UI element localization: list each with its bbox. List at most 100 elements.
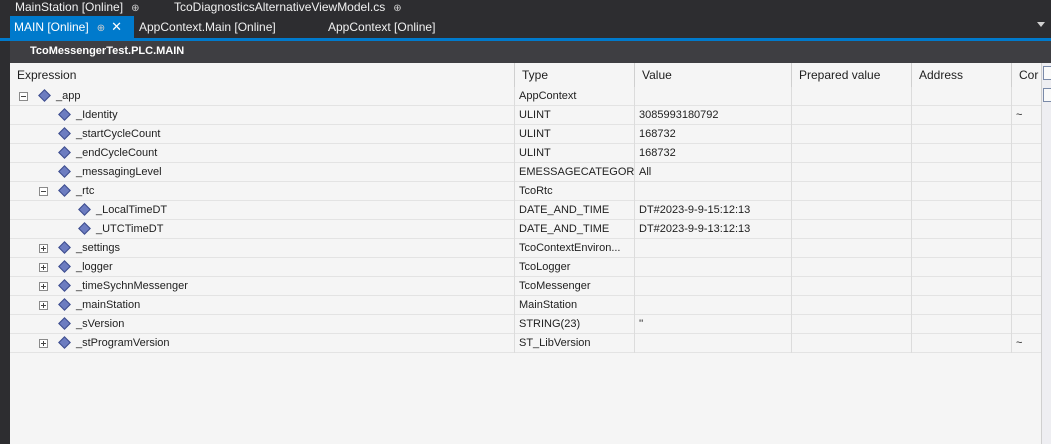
cell-value[interactable] (635, 296, 792, 315)
watch-row-endcyclecount[interactable]: _endCycleCount ULINT 168732 (10, 144, 1041, 163)
tab-appcontext-online[interactable]: AppContext [Online] (328, 16, 435, 38)
watch-row-sversion[interactable]: _sVersion STRING(23) '' (10, 315, 1041, 334)
column-header-type[interactable]: Type (515, 63, 635, 87)
watch-row-startcyclecount[interactable]: _startCycleCount ULINT 168732 (10, 125, 1041, 144)
cell-comment (1012, 239, 1041, 258)
cell-prepared-value[interactable] (792, 258, 912, 277)
cell-comment (1012, 163, 1041, 182)
cell-prepared-value[interactable] (792, 239, 912, 258)
cell-prepared-value[interactable] (792, 163, 912, 182)
collapse-icon[interactable] (19, 92, 28, 101)
cell-comment (1012, 296, 1041, 315)
tab-overflow-dropdown-icon[interactable] (1037, 22, 1045, 27)
cell-prepared-value[interactable] (792, 277, 912, 296)
watch-row-stprogramversion[interactable]: _stProgramVersion ST_LibVersion ~ (10, 334, 1041, 353)
tab-appcontext-main-online[interactable]: AppContext.Main [Online] (139, 16, 276, 38)
cell-type: ST_LibVersion (515, 334, 635, 353)
expression-label: _sVersion (76, 318, 125, 330)
cell-address (912, 125, 1012, 144)
document-tab-strip-lower: MAIN [Online] ⊕ ✕ AppContext.Main [Online]… (0, 16, 1051, 38)
cell-comment: ~ (1016, 337, 1023, 349)
expand-icon[interactable] (39, 282, 48, 291)
cell-prepared-value[interactable] (792, 220, 912, 239)
expression-label: _startCycleCount (76, 128, 161, 140)
cell-comment: ~ (1016, 109, 1023, 121)
pin-icon[interactable]: ⊕ (97, 18, 105, 40)
watch-row-localtimedt[interactable]: _LocalTimeDT DATE_AND_TIME DT#2023-9-9-15:… (10, 201, 1041, 220)
cell-address (912, 220, 1012, 239)
expand-icon[interactable] (39, 244, 48, 253)
close-icon[interactable]: ✕ (111, 16, 122, 38)
expression-label: _mainStation (76, 299, 141, 311)
cell-prepared-value[interactable] (792, 106, 912, 125)
cell-value[interactable] (635, 87, 792, 106)
watch-row-messaginglevel[interactable]: _messagingLevel EMESSAGECATEGORY All (10, 163, 1041, 182)
cell-prepared-value[interactable] (792, 182, 912, 201)
cell-prepared-value[interactable] (792, 315, 912, 334)
cell-comment (1012, 201, 1041, 220)
grid-view-toggle-icon[interactable] (1043, 66, 1051, 80)
cell-comment (1012, 87, 1041, 106)
expand-icon[interactable] (39, 339, 48, 348)
expand-icon[interactable] (39, 263, 48, 272)
cell-prepared-value[interactable] (792, 296, 912, 315)
watch-row-logger[interactable]: _logger TcoLogger (10, 258, 1041, 277)
cell-value[interactable] (635, 182, 792, 201)
cell-value[interactable] (635, 258, 792, 277)
tab-mainstation-online[interactable]: MainStation [Online] ⊕ (15, 0, 139, 16)
column-header-comment[interactable]: Cor (1012, 63, 1041, 87)
cell-value[interactable] (635, 334, 792, 353)
cell-address (912, 277, 1012, 296)
cell-value[interactable]: DT#2023-9-9-15:12:13 (635, 201, 792, 220)
cell-prepared-value[interactable] (792, 334, 912, 353)
collapse-icon[interactable] (39, 187, 48, 196)
expression-label: _UTCTimeDT (96, 223, 164, 235)
expand-icon[interactable] (39, 301, 48, 310)
tab-label: MainStation [Online] (15, 0, 124, 14)
cell-value[interactable]: DT#2023-9-9-13:12:13 (635, 220, 792, 239)
cell-prepared-value[interactable] (792, 125, 912, 144)
pin-icon[interactable]: ⊕ (393, 2, 401, 16)
watch-row-identity[interactable]: _Identity ULINT 3085993180792 ~ (10, 106, 1041, 125)
column-header-address[interactable]: Address (912, 63, 1012, 87)
cell-value[interactable]: 3085993180792 (635, 106, 792, 125)
cell-value[interactable] (635, 239, 792, 258)
cell-prepared-value[interactable] (792, 144, 912, 163)
cell-address (912, 163, 1012, 182)
cell-value[interactable]: 168732 (635, 144, 792, 163)
cell-prepared-value[interactable] (792, 201, 912, 220)
tab-main-online[interactable]: MAIN [Online] ⊕ ✕ (10, 16, 134, 38)
watch-row-settings[interactable]: _settings TcoContextEnviron... (10, 239, 1041, 258)
cell-type: DATE_AND_TIME (515, 201, 635, 220)
right-toolbar (1041, 63, 1051, 444)
cell-prepared-value[interactable] (792, 87, 912, 106)
cell-type: TcoMessenger (515, 277, 635, 296)
pin-icon[interactable]: ⊕ (131, 2, 139, 16)
expression-label: _Identity (76, 109, 118, 121)
document-tab-strip-upper: MainStation [Online] ⊕ TcoDiagnosticsAlte… (0, 0, 1051, 16)
list-view-toggle-icon[interactable] (1043, 88, 1051, 102)
left-gutter (0, 41, 10, 444)
cell-value[interactable]: All (635, 163, 792, 182)
cell-comment (1012, 277, 1041, 296)
grid-header: Expression Type Value Prepared value Add… (10, 63, 1041, 87)
cell-comment (1012, 182, 1041, 201)
watch-row-mainstation[interactable]: _mainStation MainStation (10, 296, 1041, 315)
watch-row-utctimedt[interactable]: _UTCTimeDT DATE_AND_TIME DT#2023-9-9-13:12… (10, 220, 1041, 239)
column-header-value[interactable]: Value (635, 63, 792, 87)
watch-header-bar: TcoMessengerTest.PLC.MAIN (10, 41, 1051, 63)
cell-address (912, 87, 1012, 106)
cell-value[interactable] (635, 277, 792, 296)
column-header-expression[interactable]: Expression (10, 63, 515, 87)
tab-tcodiagnostics-viewmodel[interactable]: TcoDiagnosticsAlternativeViewModel.cs ⊕ (174, 0, 402, 16)
cell-type: EMESSAGECATEGORY (515, 163, 635, 182)
online-watch-grid: Expression Type Value Prepared value Add… (10, 63, 1051, 444)
watch-row-app[interactable]: _app AppContext (10, 87, 1041, 106)
cell-value[interactable]: '' (635, 315, 792, 334)
watch-row-rtc[interactable]: _rtc TcoRtc (10, 182, 1041, 201)
watch-row-timesychnmessenger[interactable]: _timeSychnMessenger TcoMessenger (10, 277, 1041, 296)
column-header-prepared-value[interactable]: Prepared value (792, 63, 912, 87)
cell-address (912, 144, 1012, 163)
cell-value[interactable]: 168732 (635, 125, 792, 144)
cell-comment (1012, 144, 1041, 163)
